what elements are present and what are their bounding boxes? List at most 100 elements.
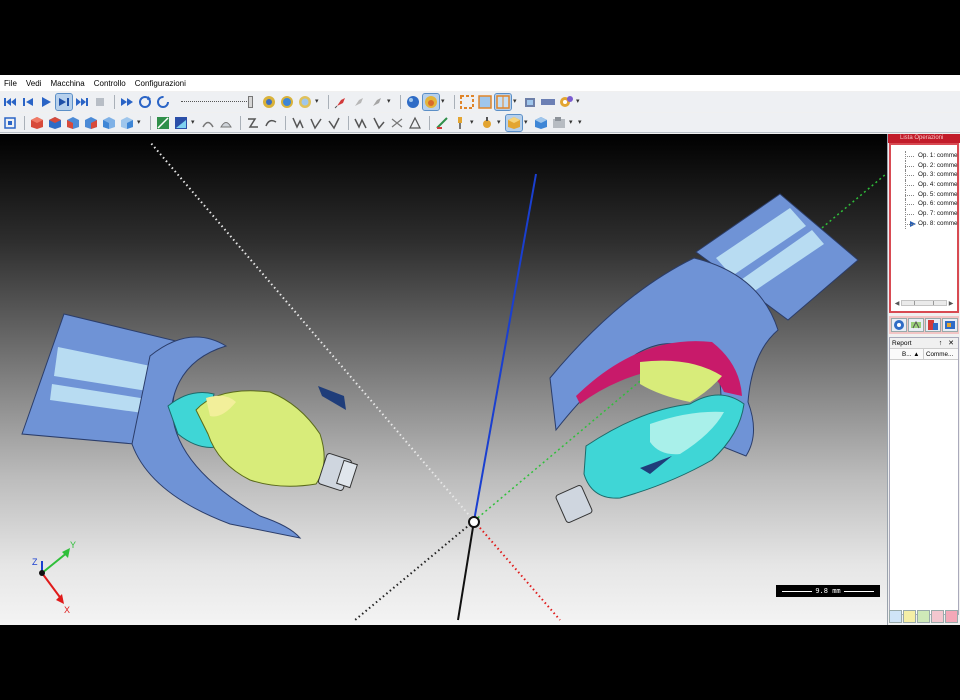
operation-item[interactable]: Op. 7: comme — [891, 209, 958, 219]
fit-view-icon[interactable] — [2, 115, 18, 131]
operation-item[interactable]: Op. 6: comme — [891, 199, 958, 209]
menu-control[interactable]: Controllo — [94, 79, 126, 88]
toolpath-icon[interactable] — [155, 115, 171, 131]
menu-file[interactable]: File — [4, 79, 17, 88]
dropdown-arrow-icon[interactable]: ▾ — [576, 95, 582, 109]
box-view-icon[interactable] — [522, 94, 538, 110]
dropdown-arrow-icon[interactable]: ▾ — [569, 116, 575, 130]
step-forward-icon[interactable] — [55, 93, 73, 111]
operations-hscrollbar[interactable]: ◀ ▶ — [893, 299, 955, 307]
menu-machine[interactable]: Macchina — [50, 79, 84, 88]
view-orbit-icon[interactable] — [297, 94, 313, 110]
speed-slider-thumb[interactable] — [248, 96, 253, 108]
swatch[interactable] — [903, 610, 916, 623]
toolbar-separator — [429, 115, 430, 130]
speed-slider[interactable] — [179, 94, 255, 110]
menu-view[interactable]: Vedi — [26, 79, 42, 88]
operation-item[interactable]: Op. 1: comme — [891, 151, 958, 161]
view-left-icon[interactable] — [101, 115, 117, 131]
compare3-icon[interactable] — [389, 115, 405, 131]
tab-operations-icon[interactable] — [891, 318, 907, 332]
dropdown-arrow-icon[interactable]: ▾ — [578, 116, 584, 130]
probe3-icon[interactable] — [326, 115, 342, 131]
probe-icon[interactable] — [290, 115, 306, 131]
operation-item[interactable]: Op. 5: comme — [891, 189, 958, 200]
swatch[interactable] — [917, 610, 930, 623]
pin-red-icon[interactable] — [333, 94, 349, 110]
skip-end-icon[interactable] — [74, 94, 90, 110]
machine-view-icon[interactable] — [551, 115, 567, 131]
dropdown-arrow-icon[interactable]: ▾ — [513, 95, 519, 109]
compare4-icon[interactable] — [407, 115, 423, 131]
grid-blue-icon[interactable] — [477, 94, 493, 110]
probe-tool-icon[interactable] — [479, 115, 495, 131]
cut-tool-icon[interactable] — [200, 115, 216, 131]
refresh-icon[interactable] — [155, 94, 171, 110]
measure-icon[interactable] — [245, 115, 261, 131]
report-controls[interactable]: ↑ ✕ — [939, 338, 956, 348]
triad-label-x: X — [64, 605, 70, 615]
report-column-comment[interactable]: Comme... — [924, 349, 953, 359]
stock-view-icon[interactable] — [173, 115, 189, 131]
view-front-icon[interactable] — [65, 115, 81, 131]
menu-configurations[interactable]: Configurazioni — [135, 79, 186, 88]
scale-bar: 9.8 mm — [776, 585, 880, 597]
menu-bar: File Vedi Macchina Controllo Configurazi… — [0, 75, 960, 91]
stop-icon[interactable] — [92, 94, 108, 110]
play-icon[interactable] — [38, 94, 54, 110]
compare-icon[interactable] — [353, 115, 369, 131]
view-top-icon[interactable] — [47, 115, 63, 131]
operation-item[interactable]: Op. 4: comme — [891, 180, 958, 190]
measure2-icon[interactable] — [263, 115, 279, 131]
pin-gray2-icon[interactable] — [369, 94, 385, 110]
compare2-icon[interactable] — [371, 115, 387, 131]
swatch[interactable] — [945, 610, 958, 623]
probe2-icon[interactable] — [308, 115, 324, 131]
operation-item[interactable]: Op. 3: comme — [891, 170, 958, 180]
step-back-icon[interactable] — [20, 94, 36, 110]
material-icon[interactable] — [422, 93, 440, 111]
view-back-icon[interactable] — [119, 115, 135, 131]
dropdown-arrow-icon[interactable]: ▾ — [137, 116, 143, 130]
layer-icon[interactable] — [540, 94, 556, 110]
dropdown-arrow-icon[interactable]: ▾ — [191, 116, 197, 130]
triad-label-z: Z — [32, 557, 38, 567]
simulation-viewport[interactable]: Y X Z 9.8 mm — [0, 134, 887, 625]
report-column-b[interactable]: B... ▲ — [890, 349, 924, 359]
grid-cross-icon[interactable] — [494, 93, 512, 111]
settings-gears-icon[interactable] — [558, 94, 574, 110]
dropdown-arrow-icon[interactable]: ▾ — [387, 95, 393, 109]
pin-gray-icon[interactable] — [351, 94, 367, 110]
swatch[interactable] — [931, 610, 944, 623]
view-camera-icon[interactable] — [261, 94, 277, 110]
scroll-thumb[interactable] — [914, 301, 934, 305]
dropdown-arrow-icon[interactable]: ▾ — [524, 116, 530, 130]
operation-item-current[interactable]: Op. 8: comme — [891, 218, 958, 229]
tab-machine-icon[interactable] — [942, 318, 958, 332]
operations-panel-title: Lista Operazioni — [888, 134, 960, 143]
tab-tools-icon[interactable] — [908, 318, 924, 332]
fast-forward-icon[interactable] — [119, 94, 135, 110]
rewind-cycle-icon[interactable] — [137, 94, 153, 110]
tool-holder-icon[interactable] — [452, 115, 468, 131]
globe-icon[interactable] — [405, 94, 421, 110]
view-right-icon[interactable] — [83, 115, 99, 131]
operation-item[interactable]: Op. 2: comme — [891, 160, 958, 171]
view-sphere-icon[interactable] — [279, 94, 295, 110]
skip-start-icon[interactable] — [2, 94, 18, 110]
axis-move-icon[interactable] — [434, 115, 450, 131]
dropdown-arrow-icon[interactable]: ▾ — [497, 116, 503, 130]
shaded-view-icon[interactable] — [505, 113, 523, 132]
cut-tool2-icon[interactable] — [218, 115, 234, 131]
solid-view-icon[interactable] — [533, 115, 549, 131]
dropdown-arrow-icon[interactable]: ▾ — [441, 95, 447, 109]
scroll-right-icon[interactable]: ▶ — [947, 300, 955, 307]
dropdown-arrow-icon[interactable]: ▾ — [470, 116, 476, 130]
scroll-track[interactable] — [901, 300, 947, 306]
view-iso-icon[interactable] — [29, 115, 45, 131]
dropdown-arrow-icon[interactable]: ▾ — [315, 95, 321, 109]
tab-stock-icon[interactable] — [925, 318, 941, 332]
grid-orange-icon[interactable] — [459, 94, 475, 110]
scroll-left-icon[interactable]: ◀ — [893, 300, 901, 307]
swatch[interactable] — [889, 610, 902, 623]
